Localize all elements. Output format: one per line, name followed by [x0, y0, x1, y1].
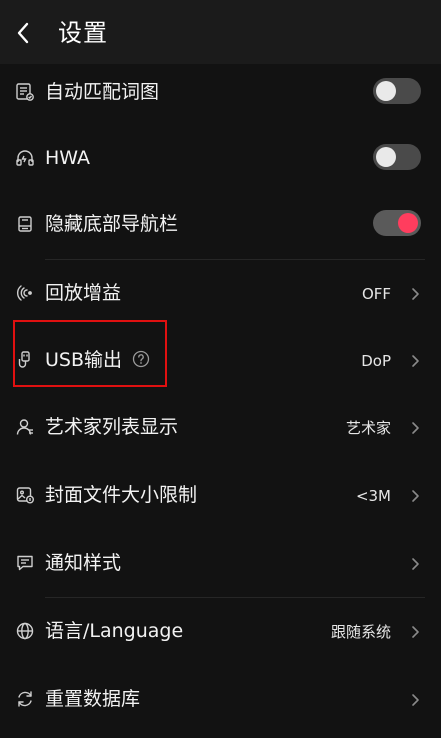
- setting-notification-style[interactable]: 通知样式: [0, 530, 441, 596]
- chevron-right-icon: [412, 422, 419, 434]
- setting-value: 艺术家: [345, 419, 391, 437]
- setting-value: 跟随系统: [330, 623, 391, 641]
- chevron-right-icon: [412, 558, 419, 570]
- setting-hide-nav-bar[interactable]: 隐藏底部导航栏: [0, 191, 441, 257]
- setting-label: USB输出: [45, 349, 123, 371]
- setting-usb-output[interactable]: USB输出 DoP: [0, 327, 441, 393]
- sound-waves-icon: [13, 281, 37, 305]
- phone-nav-icon: [13, 212, 37, 236]
- setting-replay-gain[interactable]: 回放增益 OFF: [0, 260, 441, 326]
- setting-label: 通知样式: [45, 552, 122, 574]
- chevron-right-icon: [412, 288, 419, 300]
- chevron-right-icon: [412, 355, 419, 367]
- setting-label: 隐藏底部导航栏: [45, 213, 179, 235]
- chevron-right-icon: [412, 626, 419, 638]
- globe-icon: [13, 619, 37, 643]
- lyrics-image-icon: [13, 80, 37, 104]
- message-icon: [13, 551, 37, 575]
- toggle-knob: [376, 81, 396, 101]
- setting-label: 艺术家列表显示: [45, 416, 179, 438]
- chevron-right-icon: [412, 490, 419, 502]
- refresh-icon: [13, 687, 37, 711]
- toggle-knob: [376, 147, 396, 167]
- setting-artist-list-display[interactable]: 艺术家列表显示 艺术家: [0, 394, 441, 460]
- question-circle-icon[interactable]: [132, 350, 150, 368]
- setting-value: OFF: [361, 285, 391, 303]
- person-icon: [13, 415, 37, 439]
- cover-image-icon: [13, 483, 37, 507]
- hide-nav-bar-toggle[interactable]: [373, 210, 421, 236]
- toggle-knob: [398, 213, 418, 233]
- setting-hwa[interactable]: HWA: [0, 125, 441, 191]
- setting-label: HWA: [45, 147, 91, 169]
- setting-label: 自动匹配词图: [45, 81, 160, 103]
- app-header: 设置: [0, 0, 441, 64]
- setting-label: 重置数据库: [45, 688, 141, 710]
- page-title: 设置: [58, 19, 108, 47]
- hardware-acceleration-icon: [13, 146, 37, 170]
- back-button[interactable]: [10, 18, 36, 48]
- setting-value: DoP: [361, 352, 391, 370]
- setting-auto-match-lyrics[interactable]: 自动匹配词图: [0, 59, 441, 125]
- hwa-toggle[interactable]: [373, 144, 421, 170]
- setting-cover-file-size-limit[interactable]: 封面文件大小限制 <3M: [0, 462, 441, 528]
- chevron-left-icon: [17, 22, 29, 44]
- setting-value: <3M: [355, 487, 391, 505]
- usb-plug-icon: [13, 348, 37, 372]
- chevron-right-icon: [412, 694, 419, 706]
- setting-label: 回放增益: [45, 282, 122, 304]
- setting-reset-database[interactable]: 重置数据库: [0, 666, 441, 732]
- setting-label: 语言/Language: [45, 620, 184, 642]
- setting-language[interactable]: 语言/Language 跟随系统: [0, 598, 441, 664]
- auto-match-lyrics-toggle[interactable]: [373, 78, 421, 104]
- setting-label: 封面文件大小限制: [45, 484, 198, 506]
